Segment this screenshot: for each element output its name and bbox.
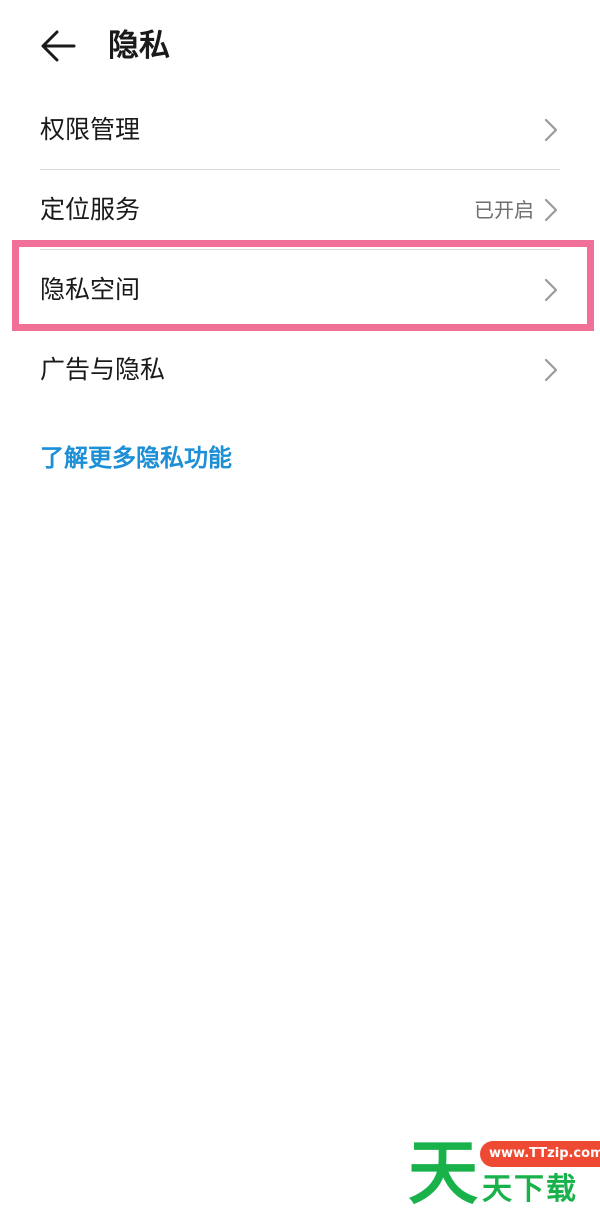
privacy-settings-list: 权限管理 定位服务 已开启 隐私空间 广告与隐私	[0, 90, 600, 410]
list-item-private-space[interactable]: 隐私空间	[0, 250, 600, 330]
status-value: 已开启	[474, 198, 534, 222]
chevron-right-icon	[544, 198, 558, 222]
list-item-label: 权限管理	[40, 115, 141, 144]
back-button[interactable]	[30, 18, 86, 74]
list-item-ads-and-privacy[interactable]: 广告与隐私	[0, 330, 600, 410]
chevron-right-icon	[544, 358, 558, 382]
watermark-url-badge: www.TTzip.com	[480, 1141, 600, 1167]
list-item-label: 定位服务	[40, 195, 141, 224]
watermark-big-char: 天	[408, 1132, 478, 1214]
watermark-logo: 天 www.TTzip.com 天下载	[408, 1132, 600, 1214]
app-header: 隐私	[0, 0, 600, 90]
watermark-text: 天下载	[482, 1172, 578, 1207]
learn-more-privacy-link[interactable]: 了解更多隐私功能	[40, 438, 232, 478]
list-item-label: 隐私空间	[40, 275, 141, 304]
list-item-permission-management[interactable]: 权限管理	[0, 90, 600, 170]
chevron-right-icon	[544, 278, 558, 302]
page-title: 隐私	[108, 28, 170, 64]
list-item-label: 广告与隐私	[40, 355, 166, 384]
chevron-right-icon	[544, 118, 558, 142]
arrow-left-icon	[41, 30, 76, 62]
list-item-location-services[interactable]: 定位服务 已开启	[0, 170, 600, 250]
